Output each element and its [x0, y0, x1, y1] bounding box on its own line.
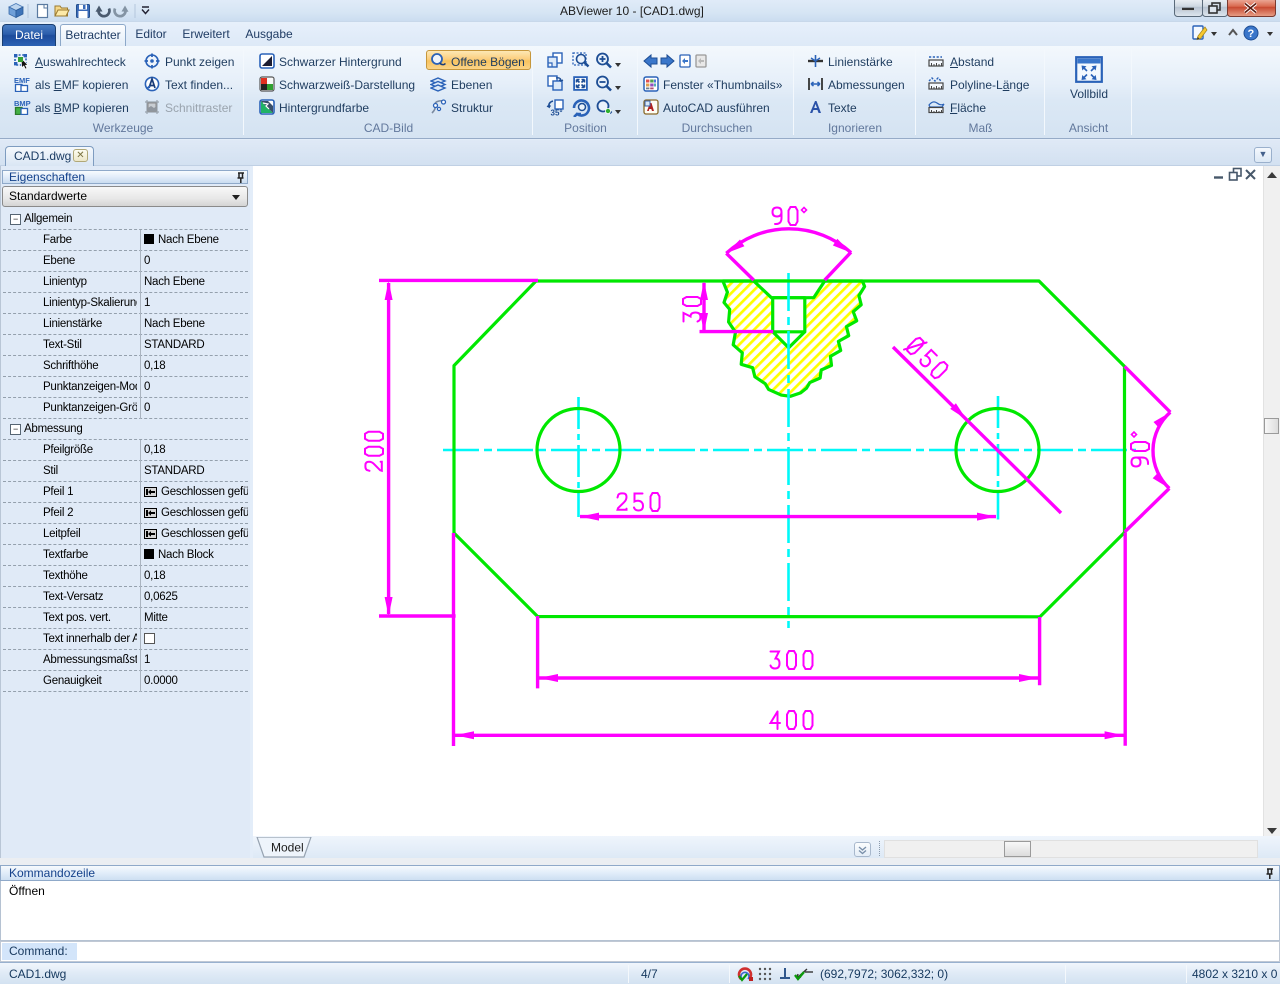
svg-text:Model: Model — [271, 841, 304, 855]
svg-text:BMP: BMP — [14, 99, 31, 108]
svg-text:?: ? — [1248, 28, 1255, 40]
svg-text:35°: 35° — [551, 109, 563, 117]
svg-text:EMF: EMF — [14, 76, 30, 85]
